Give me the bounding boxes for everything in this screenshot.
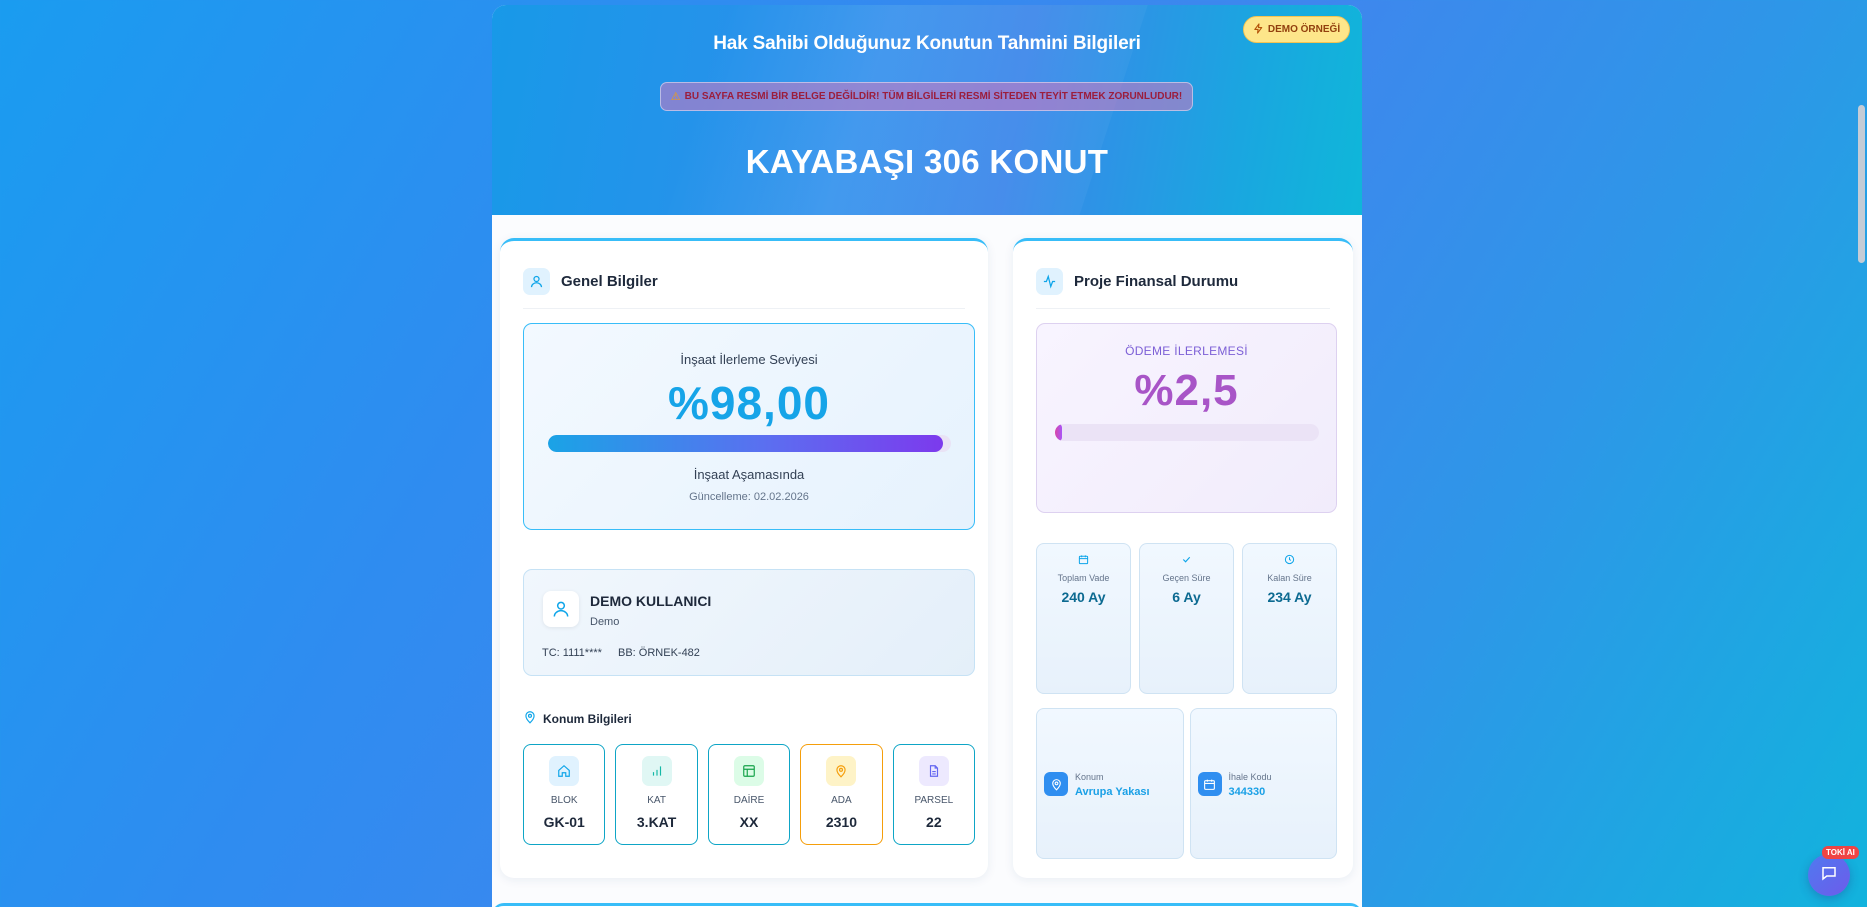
chat-icon: [1820, 864, 1838, 887]
tile-value: 2310: [825, 814, 857, 830]
progress-value: %98,00: [667, 377, 830, 429]
finance-card: Proje Finansal Durumu ÖDEME İLERLEMESİ %…: [1013, 238, 1353, 878]
document-icon: [918, 756, 949, 786]
tile-label: ADA: [831, 795, 852, 806]
user-info-box: DEMO KULLANICI Demo TC: 1111**** BB: ÖRN…: [523, 569, 975, 676]
chat-button[interactable]: [1808, 854, 1850, 896]
scrollbar-track[interactable]: [1855, 0, 1867, 907]
user-name: DEMO KULLANICI: [590, 593, 712, 609]
project-name: KAYABAŞI 306 KONUT: [745, 143, 1109, 180]
location-tile-blok: BLOK GK-01: [523, 744, 606, 845]
user-role: Demo: [590, 616, 620, 628]
info-label: Konum: [1075, 772, 1104, 782]
payment-progress-bar: [1055, 424, 1319, 441]
map-pin-icon: [826, 756, 857, 786]
warning-banner: ⚠ BU SAYFA RESMİ BİR BELGE DEĞİLDİR! TÜM…: [660, 82, 1193, 111]
location-tile-ada: ADA 2310: [800, 744, 883, 845]
general-info-header: Genel Bilgiler: [523, 265, 965, 309]
tile-value: XX: [739, 814, 759, 830]
demo-badge: DEMO ÖRNEĞİ: [1243, 16, 1350, 43]
duration-stats: Toplam Vade 240 Ay Geçen Süre 6 Ay Kalan…: [1036, 543, 1337, 694]
info-tender-code: İhale Kodu 344330: [1189, 708, 1337, 859]
stat-elapsed: Geçen Süre 6 Ay: [1139, 543, 1234, 694]
tile-label: BLOK: [550, 795, 578, 806]
location-tiles: BLOK GK-01 KAT 3.KAT DAİRE XX ADA 2310 P…: [523, 744, 976, 845]
payment-value: %2,5: [1134, 366, 1239, 415]
payment-progress-box: ÖDEME İLERLEMESİ %2,5: [1036, 323, 1337, 513]
finance-title: Proje Finansal Durumu: [1074, 273, 1239, 290]
check-icon: [1140, 554, 1233, 565]
construction-progress-box: İnşaat İlerleme Seviyesi %98,00 İnşaat A…: [523, 323, 975, 530]
info-label: İhale Kodu: [1228, 772, 1272, 782]
calendar-icon: [1037, 554, 1130, 565]
stat-value: 6 Ay: [1172, 589, 1201, 605]
info-value: Avrupa Yakası: [1075, 786, 1150, 798]
stat-value: 234 Ay: [1267, 589, 1312, 605]
location-section-title: Konum Bilgileri: [523, 710, 632, 727]
demo-badge-label: DEMO ÖRNEĞİ: [1267, 24, 1341, 35]
tile-label: DAİRE: [733, 795, 765, 806]
progress-update-date: Güncelleme: 02.02.2026: [689, 491, 809, 503]
avatar: [543, 591, 579, 627]
finance-header: Proje Finansal Durumu: [1036, 265, 1330, 309]
user-icon: [523, 268, 550, 295]
next-section-edge: [492, 903, 1362, 907]
info-value: 344330: [1228, 786, 1266, 798]
stat-label: Toplam Vade: [1057, 573, 1110, 583]
bar-chart-icon: [641, 756, 672, 786]
stat-value: 240 Ay: [1061, 589, 1106, 605]
home-icon: [549, 756, 580, 786]
tile-value: 3.KAT: [636, 814, 677, 830]
location-tile-daire: DAİRE XX: [707, 744, 791, 845]
construction-progress-bar: [548, 435, 951, 452]
user-bb: BB: ÖRNEK-482: [618, 647, 700, 659]
layout-icon: [734, 756, 765, 786]
progress-label: İnşaat İlerleme Seviyesi: [680, 352, 818, 367]
stat-remaining: Kalan Süre 234 Ay: [1242, 543, 1337, 694]
tile-value: GK-01: [543, 814, 585, 830]
lightning-icon: [1253, 22, 1264, 37]
general-info-card: Genel Bilgiler İnşaat İlerleme Seviyesi …: [500, 238, 988, 878]
construction-progress-fill: [548, 435, 943, 452]
activity-icon: [1036, 268, 1063, 295]
tile-label: KAT: [647, 795, 666, 806]
location-tile-kat: KAT 3.KAT: [615, 744, 698, 845]
hero-header: Hak Sahibi Olduğunuz Konutun Tahmini Bil…: [492, 5, 1362, 215]
calendar-icon: [1197, 772, 1222, 796]
general-info-title: Genel Bilgiler: [561, 273, 658, 290]
tile-label: PARSEL: [914, 795, 954, 806]
page-container: Hak Sahibi Olduğunuz Konutun Tahmini Bil…: [492, 5, 1362, 907]
stat-total-term: Toplam Vade 240 Ay: [1036, 543, 1131, 694]
scrollbar-thumb[interactable]: [1858, 105, 1865, 263]
stat-label: Geçen Süre: [1162, 573, 1211, 583]
stat-label: Kalan Süre: [1267, 573, 1312, 583]
info-location: Konum Avrupa Yakası: [1036, 708, 1184, 859]
warning-text: BU SAYFA RESMİ BİR BELGE DEĞİLDİR! TÜM B…: [684, 91, 1183, 102]
page-title: Hak Sahibi Olduğunuz Konutun Tahmini Bil…: [713, 33, 1141, 54]
map-pin-icon: [523, 710, 537, 727]
clock-icon: [1243, 554, 1336, 565]
progress-stage: İnşaat Aşamasında: [693, 467, 805, 482]
tile-value: 22: [926, 814, 942, 830]
chat-badge: TOKİ AI: [1822, 846, 1859, 859]
location-tile-parsel: PARSEL 22: [892, 744, 976, 845]
map-pin-icon: [1044, 772, 1068, 796]
payment-progress-fill: [1055, 424, 1062, 441]
user-tc: TC: 1111****: [542, 647, 602, 659]
project-info-tiles: Konum Avrupa Yakası İhale Kodu 344330: [1036, 708, 1337, 859]
payment-label: ÖDEME İLERLEMESİ: [1125, 344, 1248, 358]
location-section-label: Konum Bilgileri: [543, 711, 632, 726]
warning-icon: ⚠: [670, 91, 681, 103]
